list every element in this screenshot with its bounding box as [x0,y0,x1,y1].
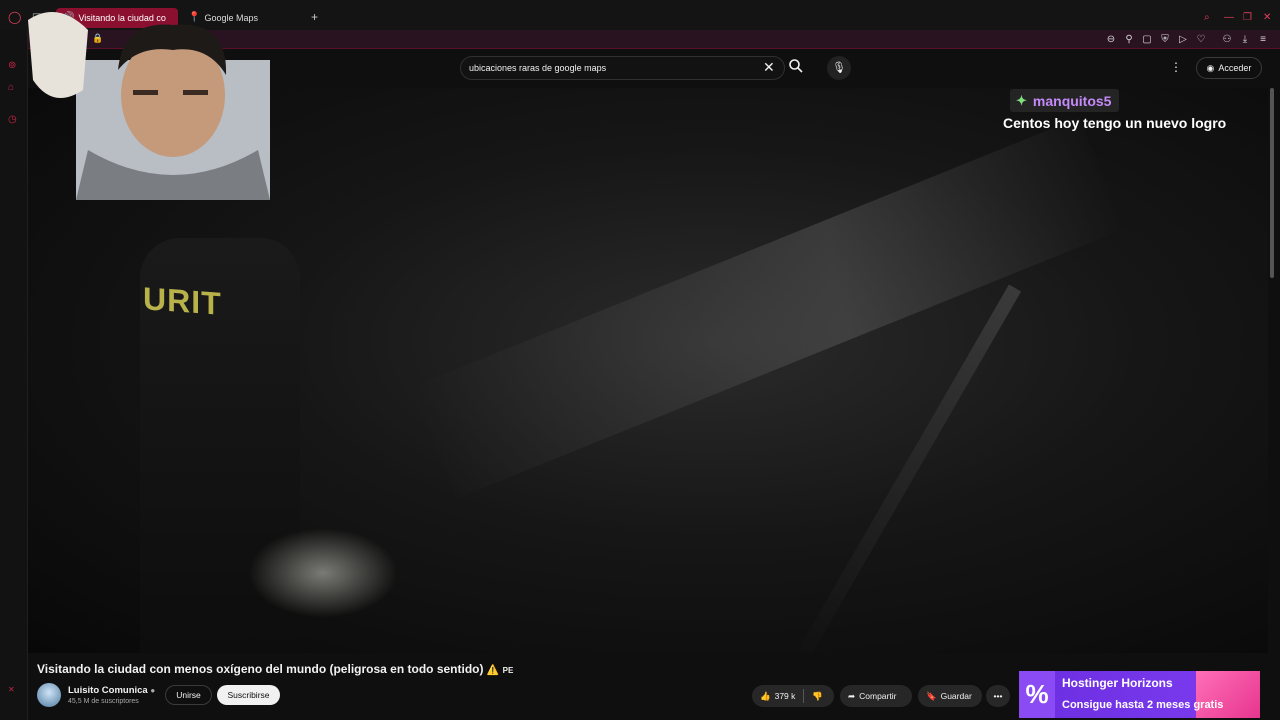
warning-icon: ⚠️ [486,665,500,676]
share-icon: ➦ [848,690,856,701]
shield-icon[interactable]: ⛨ [1159,34,1171,46]
percent-icon: % [1019,671,1055,718]
security-patch: URIT [143,280,222,322]
browser-sidebar: ⊚ ⌂ ◷ ✕ [0,30,28,720]
instagram-icon[interactable]: ⌂ [8,82,14,93]
opera-logo-icon[interactable]: ◯ [8,10,21,24]
pin-icon[interactable]: ⚲ [1123,34,1135,46]
microphone-icon[interactable]: 🎙 [827,56,851,80]
ad-title: Hostinger Horizons [1062,676,1173,690]
alert-username: manquitos5 [1032,92,1112,109]
save-button[interactable]: 🔖 Guardar [918,685,982,707]
webcam-overlay [28,12,270,200]
alert-username-badge: ✦ manquitos5 [1010,89,1120,112]
more-actions-button[interactable]: ••• [986,685,1010,707]
menu-icon[interactable]: ≡ [1257,34,1269,46]
sparkle-icon: ✦ [1016,92,1027,108]
clear-search-icon[interactable]: ✕ [763,59,775,76]
messenger-icon[interactable]: ⊚ [8,60,16,71]
share-button[interactable]: ➦ Compartir [840,685,912,707]
subscriber-count: 45,5 M de suscriptores [68,698,139,705]
share-label: Compartir [859,691,897,701]
ad-subtitle: Consigue hasta 2 meses gratis [1062,699,1224,711]
search-button[interactable] [788,58,810,78]
channel-name[interactable]: Luisito Comunica ● [68,685,155,696]
channel-name-text: Luisito Comunica [68,685,148,696]
heart-icon[interactable]: ♡ [1195,34,1207,46]
like-button[interactable]: 👍 379 k [760,691,795,702]
alert-message: Centos hoy tengo un nuevo logro [1003,115,1227,131]
bookmark-icon: 🔖 [926,690,937,701]
join-button[interactable]: Unirse [165,685,212,705]
channel-avatar[interactable] [37,683,61,707]
maximize-icon[interactable]: ❐ [1243,12,1252,23]
dislike-button[interactable]: 👎 [812,691,823,702]
download-icon[interactable]: ⤓ [1239,34,1251,46]
save-label: Guardar [940,691,972,701]
flashlight-beam [411,117,1125,499]
like-dislike-group: 👍 379 k 👎 [752,685,834,707]
search-input[interactable]: ubicaciones raras de google maps [460,56,785,80]
user-icon: ◉ [1206,62,1215,73]
thumbs-up-icon: 👍 [760,690,771,701]
scrollbar[interactable] [1270,88,1274,278]
flashlight-glow [248,528,398,618]
history-icon[interactable]: ◷ [8,114,17,125]
minimize-icon[interactable]: — [1224,12,1234,23]
close-window-icon[interactable]: ✕ [1263,12,1271,23]
video-title: Visitando la ciudad con menos oxígeno de… [37,662,513,676]
country-code: PE [502,666,514,675]
search-icon [789,59,803,73]
subscribe-button[interactable]: Suscribirse [217,685,280,705]
search-tabs-icon[interactable]: ⌕ [1204,12,1210,23]
play-icon[interactable]: ▷ [1177,34,1189,46]
divider [803,689,805,703]
login-label: Acceder [1218,63,1252,73]
sidebar-settings-icon[interactable]: ✕ [8,685,15,694]
thumbs-down-icon: 👎 [812,690,823,701]
verified-icon: ● [150,686,156,695]
ellipsis-icon: ••• [993,691,1003,701]
zoom-icon[interactable]: ⊖ [1105,34,1117,46]
more-options-icon[interactable]: ⋮ [1170,60,1182,74]
snapshot-icon[interactable]: ▢ [1141,34,1153,46]
new-tab-button[interactable]: + [311,10,318,24]
profile-icon[interactable]: ⚇ [1221,34,1233,46]
login-button[interactable]: ◉ Acceder [1196,57,1262,79]
like-count: 379 k [774,691,796,701]
search-query: ubicaciones raras de google maps [469,63,607,73]
video-title-text: Visitando la ciudad con menos oxígeno de… [37,662,484,676]
